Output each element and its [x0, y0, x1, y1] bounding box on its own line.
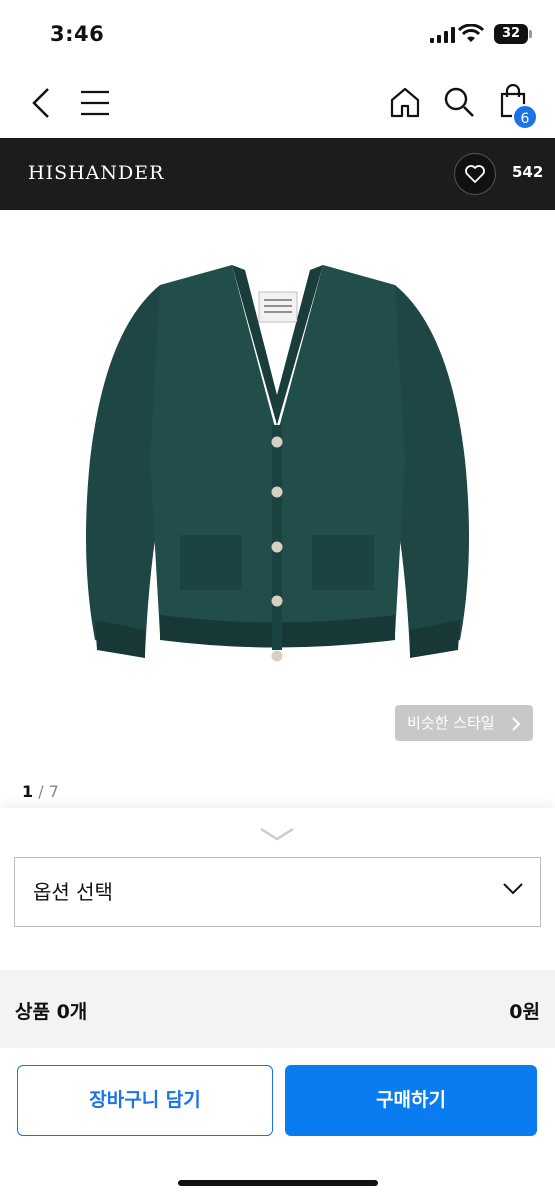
chevron-right-icon [512, 717, 521, 731]
collapse-chevron-icon[interactable] [259, 826, 295, 842]
battery-icon: 32 [494, 24, 528, 44]
search-icon[interactable] [443, 86, 475, 118]
pager-current: 1 [22, 782, 34, 801]
option-select-placeholder: 옵션 선택 [33, 880, 113, 904]
wifi-icon [458, 24, 484, 42]
summary-label: 상품 0개 [15, 1001, 88, 1023]
cardigan-image [86, 265, 469, 662]
like-button[interactable] [454, 153, 496, 195]
buy-now-button[interactable]: 구매하기 [285, 1065, 537, 1136]
image-pager: 1 / 7 [22, 782, 59, 801]
order-summary: 상품 0개 0원 [0, 970, 555, 1048]
chevron-down-icon [503, 883, 523, 895]
option-select[interactable]: 옵션 선택 [14, 857, 541, 927]
pager-separator: / [33, 782, 49, 801]
menu-icon[interactable] [80, 90, 110, 116]
status-bar: 3:46 32 [0, 0, 555, 70]
home-indicator [178, 1180, 378, 1186]
similar-style-label: 비슷한 스타일 [407, 714, 495, 732]
brand-name[interactable]: HISHANDER [28, 162, 164, 184]
battery-tip [529, 30, 532, 38]
product-page: 3:46 32 6 HISHANDER 542 비슷한 스타일 1 / 7 옵션… [0, 0, 555, 1200]
heart-icon [465, 165, 485, 183]
back-arrow-icon[interactable] [30, 86, 52, 120]
like-count: 542 [512, 163, 544, 181]
top-nav [0, 72, 555, 136]
summary-price: 0원 [509, 1001, 540, 1023]
similar-style-button[interactable]: 비슷한 스타일 [395, 705, 533, 741]
pager-total: 7 [48, 782, 59, 801]
home-icon[interactable] [389, 86, 421, 118]
product-image-carousel[interactable] [0, 210, 555, 770]
cart-count-badge: 6 [512, 104, 538, 130]
status-time: 3:46 [50, 22, 105, 46]
cellular-signal-icon [430, 27, 455, 43]
add-to-cart-button[interactable]: 장바구니 담기 [17, 1065, 273, 1136]
